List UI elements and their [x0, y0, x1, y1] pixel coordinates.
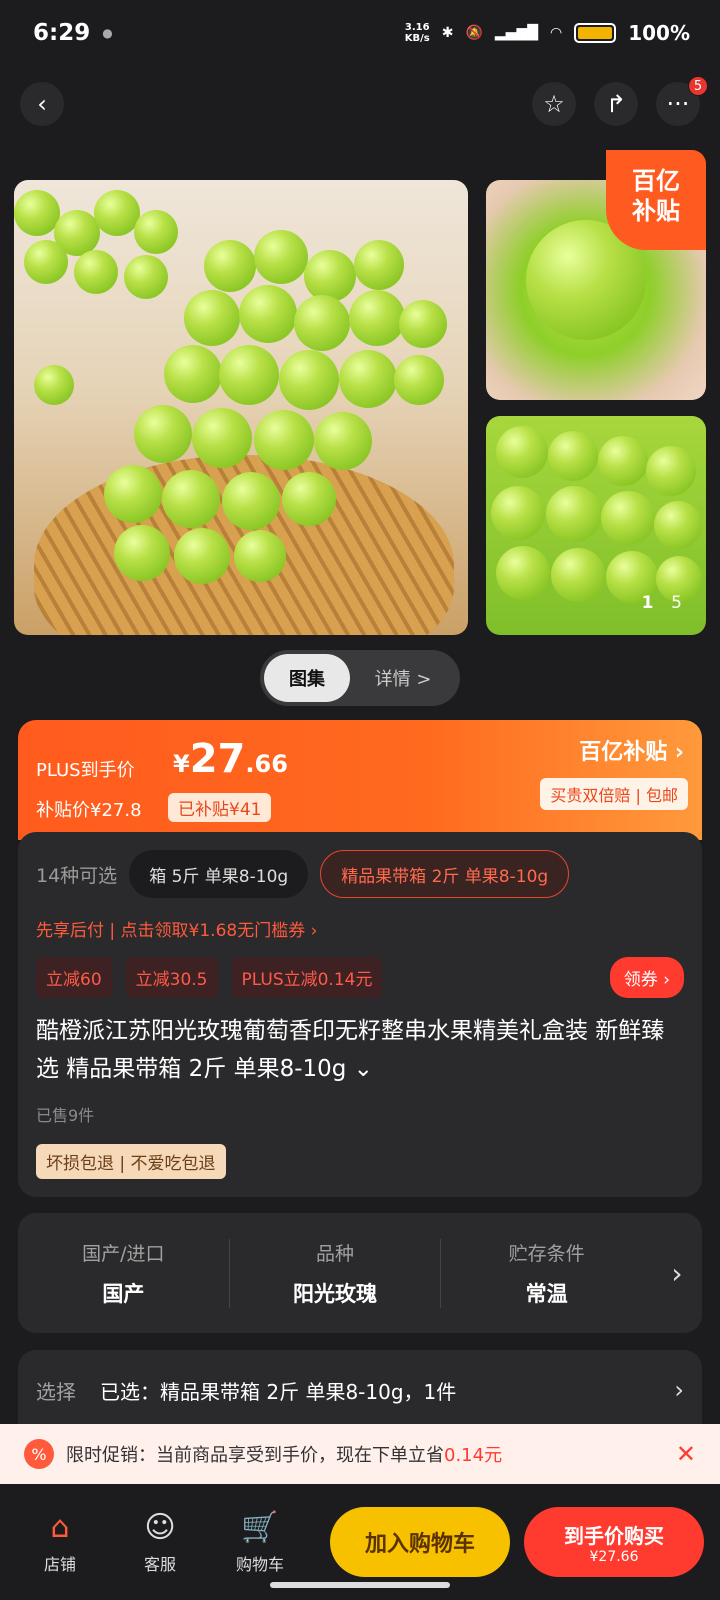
share-button[interactable]: ↱ — [594, 82, 638, 126]
attr-storage: 贮存条件 常温 — [508, 1242, 585, 1306]
home-indicator[interactable] — [270, 1582, 450, 1588]
thumbnail-image-2[interactable]: 1 5 — [486, 416, 706, 635]
product-title[interactable]: 酷橙派江苏阳光玫瑰葡萄香印无籽整串水果精美礼盒装 新鲜臻选 精品果带箱 2斤 单… — [36, 1012, 684, 1088]
variant-selector: 14种可选 箱 5斤 单果8-10g 精品果带箱 2斤 单果8-10g — [36, 850, 684, 898]
product-info-card: 14种可选 箱 5斤 单果8-10g 精品果带箱 2斤 单果8-10g 先享后付… — [18, 832, 702, 1197]
gallery-tabs: 图集 详情 > — [260, 650, 460, 706]
chevron-right-icon: › — [674, 1376, 684, 1404]
close-icon[interactable]: ✕ — [676, 1440, 696, 1468]
chevron-right-icon[interactable]: › — [652, 1257, 702, 1290]
sold-count: 已售9件 — [36, 1106, 95, 1125]
promo-banner[interactable]: % 限时促销：当前商品享受到手价，现在下单立省 0.14元 ✕ — [0, 1424, 720, 1484]
message-badge: 5 — [688, 76, 708, 96]
percent-icon: % — [24, 1439, 54, 1469]
bluetooth-icon: ✱ — [441, 25, 454, 41]
promo-chip: 立减60 — [36, 957, 112, 998]
page-indicator: 1 5 — [641, 593, 682, 613]
subsidy-corner-tag: 百亿补贴 — [606, 150, 706, 250]
promo-chip: 立减30.5 — [125, 957, 218, 998]
mute-icon: 🔕 — [465, 25, 483, 41]
battery-icon — [574, 23, 617, 43]
pay-later-coupon-link[interactable]: 先享后付 | 点击领取¥1.68无门槛券 › — [36, 916, 684, 941]
subsidized-amount-tag: 已补贴¥41 — [168, 793, 272, 822]
cart-icon: 🛒 — [241, 1509, 279, 1545]
tab-gallery[interactable]: 图集 — [264, 654, 350, 702]
battery-percent: 100% — [628, 21, 690, 45]
top-nav: ‹ ☆ ↱ ··· 5 — [20, 76, 708, 128]
network-speed: 3.16 KB/s — [404, 22, 430, 44]
brand-benefits: 买贵双倍赔 | 包邮 — [540, 778, 688, 810]
more-button[interactable]: ··· 5 — [656, 76, 708, 126]
promo-chip: PLUS立减0.14元 — [231, 957, 383, 998]
attr-origin: 国产/进口 国产 — [18, 1238, 230, 1308]
product-attributes[interactable]: 国产/进口 国产 品种 阳光玫瑰 贮存条件 常温 › — [18, 1213, 702, 1333]
customer-service-button[interactable]: ☺ 客服 — [110, 1510, 210, 1575]
plus-price-label: PLUS到手价 — [36, 760, 135, 781]
status-time: 6:29 — [33, 20, 91, 46]
selection-value: 已选：精品果带箱 2斤 单果8-10g，1件 — [100, 1379, 457, 1404]
image-gallery[interactable]: 1 5 百亿补贴 — [14, 150, 706, 635]
attr-variety: 品种 阳光玫瑰 — [230, 1238, 442, 1308]
subsidy-brand-link[interactable]: 百亿补贴 › — [579, 734, 684, 766]
promo-row: 立减60 立减30.5 PLUS立减0.14元 领券 › — [36, 957, 684, 998]
favorite-button[interactable]: ☆ — [532, 82, 576, 126]
main-product-image[interactable] — [14, 180, 468, 635]
star-icon: ☆ — [543, 90, 565, 118]
chat-icon: ☺ — [144, 1509, 176, 1545]
tab-details[interactable]: 详情 > — [350, 665, 456, 691]
promo-banner-text: 限时促销：当前商品享受到手价，现在下单立省 — [66, 1445, 444, 1466]
cart-button[interactable]: 🛒 购物车 — [210, 1510, 310, 1575]
share-icon: ↱ — [605, 90, 627, 118]
add-to-cart-button[interactable]: 加入购物车 — [330, 1507, 510, 1577]
wifi-icon: ◠ — [549, 25, 563, 41]
store-button[interactable]: ⌂ 店铺 — [10, 1510, 110, 1575]
selection-row[interactable]: 选择 已选：精品果带箱 2斤 单果8-10g，1件 › — [18, 1350, 702, 1430]
signal-icon: ▂▄▆█ — [494, 25, 538, 41]
plus-price: ¥27.66 — [173, 736, 288, 782]
promo-banner-amount: 0.14元 — [444, 1445, 503, 1466]
selection-label: 选择 — [36, 1379, 76, 1404]
price-card: PLUS到手价 ¥27.66 补贴价¥27.8 已补贴¥41 百亿补贴 › 买贵… — [18, 720, 702, 840]
more-icon: ··· — [666, 90, 690, 118]
guarantee-badge[interactable]: 坏损包退 | 不爱吃包退 — [36, 1144, 226, 1179]
status-bar: 6:29 ● 3.16 KB/s ✱ 🔕 ▂▄▆█ ◠ 100% — [0, 0, 720, 66]
back-icon: ‹ — [37, 90, 47, 118]
variant-count[interactable]: 14种可选 — [36, 861, 117, 888]
back-button[interactable]: ‹ — [20, 82, 64, 126]
notification-dot-icon: ● — [102, 26, 113, 40]
buy-now-button[interactable]: 到手价购买 ¥27.66 — [524, 1507, 704, 1577]
store-icon: ⌂ — [50, 1509, 70, 1545]
variant-chip-selected[interactable]: 精品果带箱 2斤 单果8-10g — [320, 850, 570, 898]
variant-chip[interactable]: 箱 5斤 单果8-10g — [129, 850, 309, 898]
subsidy-price: 补贴价¥27.8 — [36, 800, 142, 821]
get-coupon-button[interactable]: 领券 › — [609, 957, 684, 998]
